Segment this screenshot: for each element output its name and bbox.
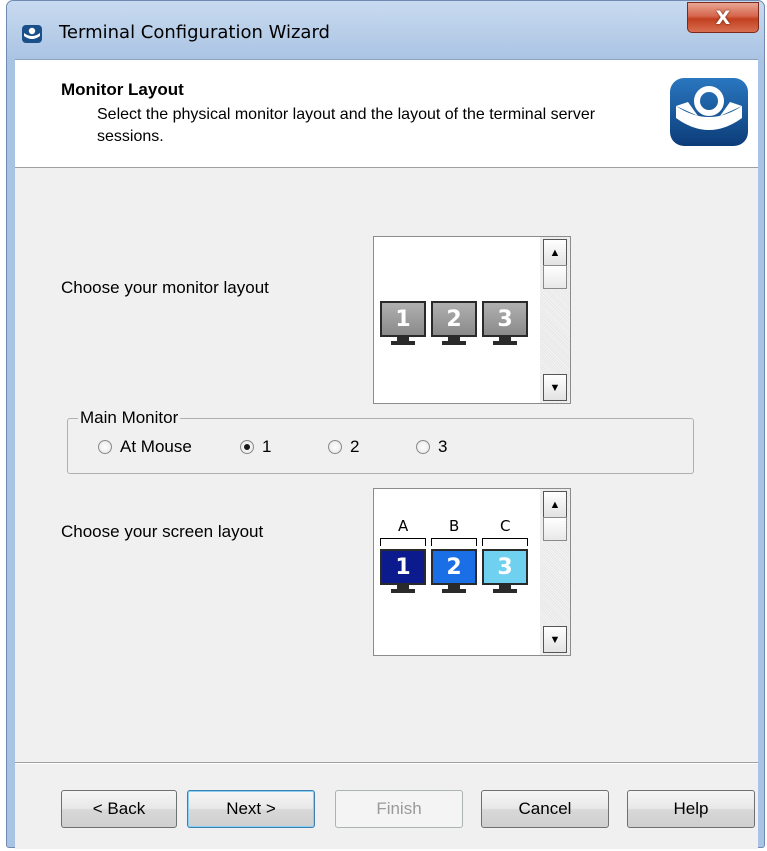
scroll-thumb[interactable]: [543, 265, 567, 289]
cancel-button[interactable]: Cancel: [481, 790, 609, 828]
monitor-screen: 1: [380, 301, 426, 337]
monitor-screen: 2: [431, 301, 477, 337]
screen-display: 1: [380, 549, 426, 585]
screen-layout-label: Choose your screen layout: [61, 522, 264, 541]
finish-button[interactable]: Finish: [335, 790, 463, 828]
session-bracket: [380, 538, 426, 546]
screen-layout-list[interactable]: A B C 1 2 3 ▲ ▼: [373, 488, 571, 656]
radio-button-icon[interactable]: [416, 440, 430, 454]
session-bracket: [431, 538, 477, 546]
page-title: Monitor Layout: [61, 80, 184, 99]
scroll-thumb[interactable]: [543, 517, 567, 541]
scroll-down-button[interactable]: ▼: [543, 374, 567, 401]
thinmanager-app-icon: [22, 25, 42, 43]
main-monitor-legend: Main Monitor: [78, 408, 181, 428]
screen-display: 2: [431, 549, 477, 585]
scroll-up-button[interactable]: ▲: [543, 491, 567, 518]
wizard-client-area: Monitor Layout Select the physical monit…: [15, 59, 758, 849]
radio-button-checked-icon[interactable]: [240, 440, 254, 454]
screen-display: 3: [482, 549, 528, 585]
arrow-down-icon: ▼: [549, 381, 561, 394]
next-button[interactable]: Next >: [187, 790, 315, 828]
arrow-down-icon: ▼: [549, 633, 561, 646]
back-button[interactable]: < Back: [61, 790, 177, 828]
thinmanager-logo-icon: [670, 78, 748, 146]
scroll-down-button[interactable]: ▼: [543, 626, 567, 653]
radio-monitor-1[interactable]: 1: [240, 437, 271, 457]
wizard-header: Monitor Layout Select the physical monit…: [15, 60, 758, 168]
arrow-up-icon: ▲: [549, 246, 561, 259]
monitor-layout-list[interactable]: 1 2 3 ▲ ▼: [373, 236, 571, 404]
close-icon: X: [715, 6, 731, 29]
radio-button-icon[interactable]: [328, 440, 342, 454]
screen-1[interactable]: 1: [380, 549, 426, 595]
session-label-b: B: [449, 517, 460, 535]
monitor-layout-scrollbar[interactable]: ▲ ▼: [540, 237, 570, 403]
monitor-layout-label: Choose your monitor layout: [61, 278, 269, 297]
wizard-window: Terminal Configuration Wizard X Monitor …: [6, 0, 765, 849]
window-title: Terminal Configuration Wizard: [59, 22, 330, 43]
monitor-2[interactable]: 2: [431, 301, 477, 347]
monitor-3[interactable]: 3: [482, 301, 528, 347]
scroll-up-button[interactable]: ▲: [543, 239, 567, 266]
main-monitor-group: Main Monitor At Mouse 1 2 3: [67, 408, 694, 474]
screen-2[interactable]: 2: [431, 549, 477, 595]
page-description: Select the physical monitor layout and t…: [97, 106, 596, 145]
radio-monitor-3[interactable]: 3: [416, 437, 447, 457]
monitor-screen: 3: [482, 301, 528, 337]
radio-monitor-2[interactable]: 2: [328, 437, 359, 457]
session-bracket: [482, 538, 528, 546]
screen-layout-scrollbar[interactable]: ▲ ▼: [540, 489, 570, 655]
screen-3[interactable]: 3: [482, 549, 528, 595]
close-button[interactable]: X: [687, 2, 759, 33]
help-button[interactable]: Help: [627, 790, 755, 828]
radio-button-icon[interactable]: [98, 440, 112, 454]
session-label-a: A: [398, 517, 409, 535]
radio-at-mouse[interactable]: At Mouse: [98, 437, 192, 457]
session-label-c: C: [500, 517, 511, 535]
radio-label: 3: [438, 437, 448, 456]
title-bar[interactable]: Terminal Configuration Wizard X: [7, 1, 764, 59]
arrow-up-icon: ▲: [549, 498, 561, 511]
radio-label: 1: [262, 437, 272, 456]
footer-divider: [15, 762, 758, 764]
radio-label: At Mouse: [120, 437, 192, 456]
monitor-1[interactable]: 1: [380, 301, 426, 347]
radio-label: 2: [350, 437, 360, 456]
